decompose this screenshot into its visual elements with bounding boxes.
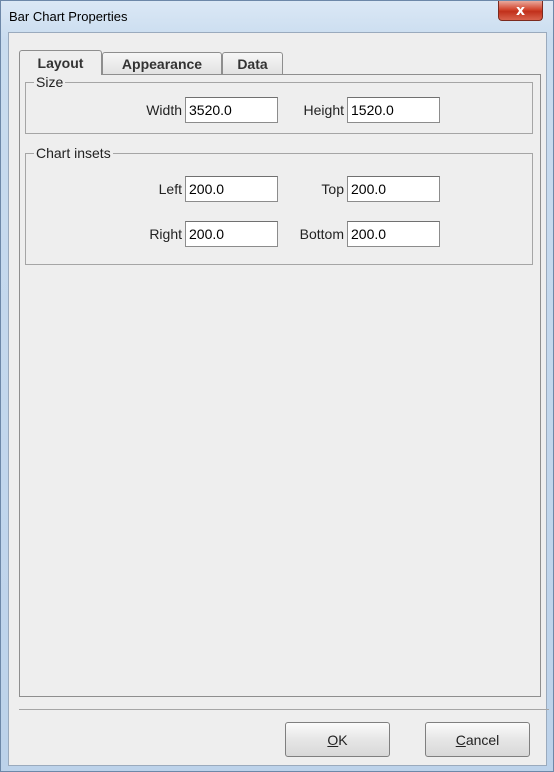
window-title: Bar Chart Properties: [9, 9, 128, 24]
dialog-content: Layout Appearance Data Size Width Height…: [8, 32, 549, 766]
width-field[interactable]: [185, 97, 278, 123]
tab-strip: Layout Appearance Data: [19, 50, 549, 75]
footer-divider: [19, 709, 549, 710]
title-bar[interactable]: Bar Chart Properties x: [1, 1, 553, 31]
ok-mnemonic: O: [327, 731, 339, 748]
left-inset-field[interactable]: [185, 176, 278, 202]
top-label: Top: [321, 181, 344, 197]
right-label: Right: [149, 226, 182, 242]
tab-layout[interactable]: Layout: [19, 50, 102, 75]
cancel-label: ancel: [465, 731, 500, 748]
ok-button[interactable]: OK: [285, 722, 390, 757]
chart-insets-legend: Chart insets: [34, 145, 113, 161]
right-inset-field[interactable]: [185, 221, 278, 247]
left-label: Left: [158, 181, 182, 197]
cancel-mnemonic: C: [455, 731, 466, 748]
height-field[interactable]: [347, 97, 440, 123]
cancel-button[interactable]: Cancel: [425, 722, 530, 757]
height-label: Height: [303, 102, 344, 118]
tab-appearance[interactable]: Appearance: [102, 52, 222, 74]
bottom-label: Bottom: [299, 226, 344, 242]
top-inset-field[interactable]: [347, 176, 440, 202]
close-icon: x: [515, 2, 526, 19]
close-button[interactable]: x: [498, 1, 543, 21]
size-legend: Size: [34, 74, 66, 90]
size-group: Size Width Height: [25, 74, 533, 134]
bottom-inset-field[interactable]: [347, 221, 440, 247]
tab-data[interactable]: Data: [222, 52, 283, 74]
layout-tab-panel: Size Width Height Chart insets Left Top …: [19, 74, 541, 697]
ok-label: K: [338, 731, 348, 748]
tab-label: Data: [237, 55, 268, 72]
tab-label: Appearance: [121, 55, 203, 72]
width-label: Width: [146, 102, 182, 118]
chart-insets-group: Chart insets Left Top Right Bottom: [25, 145, 533, 265]
dialog-window: Bar Chart Properties x Layout Appearance…: [0, 0, 554, 772]
tab-label: Layout: [37, 55, 84, 71]
